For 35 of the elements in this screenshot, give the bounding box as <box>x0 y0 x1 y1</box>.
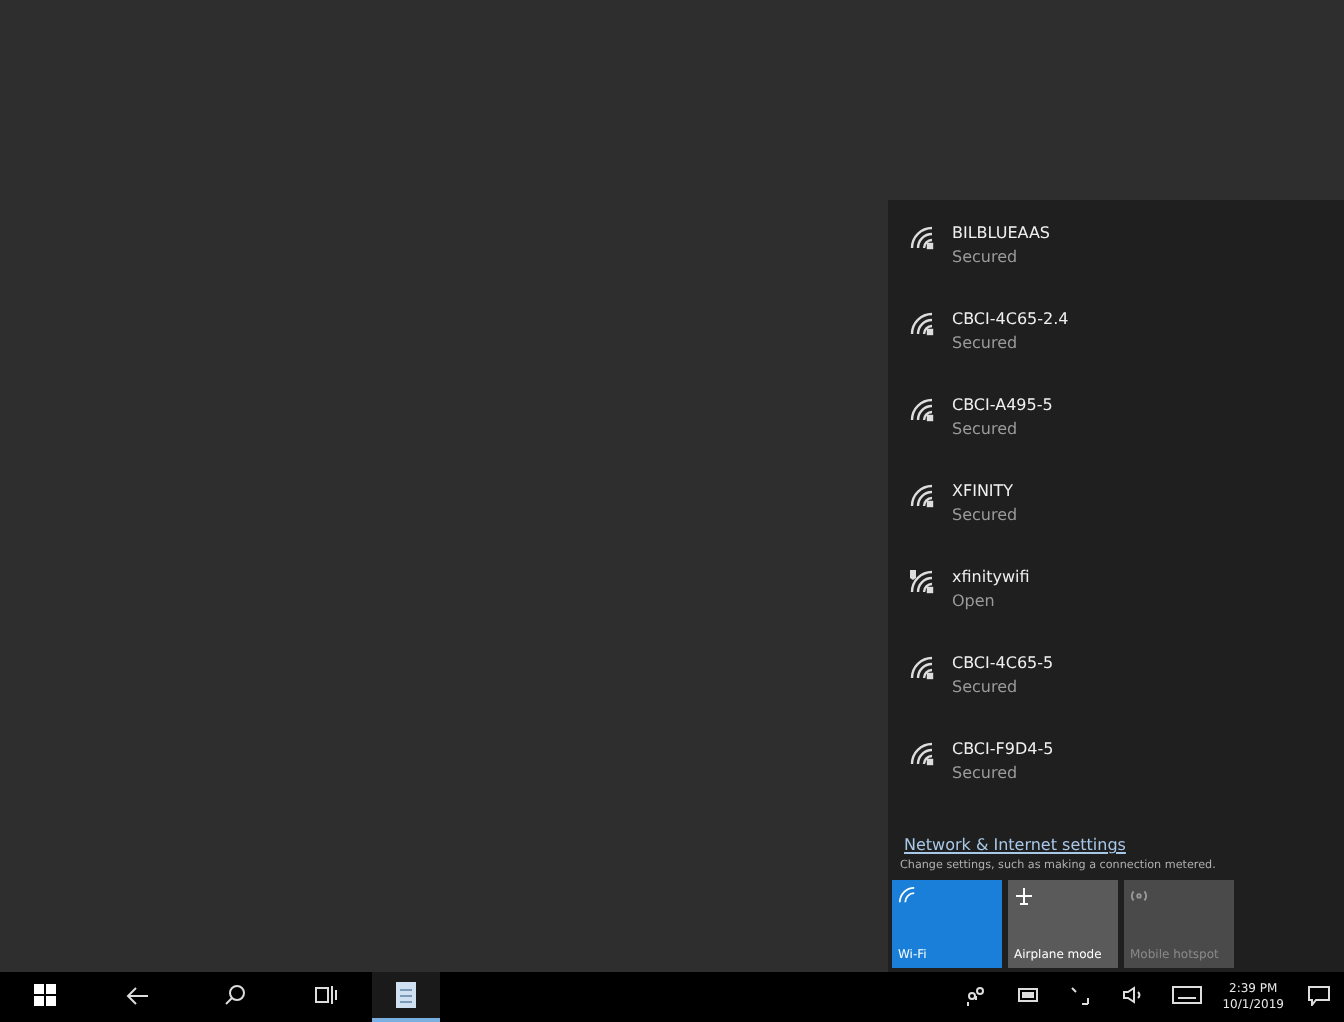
hotspot-icon <box>1130 886 1148 904</box>
people-icon <box>966 985 987 1005</box>
network-name: xfinitywifi <box>952 568 1030 588</box>
network-name: XFINITY <box>952 482 1016 502</box>
network-status: Secured <box>952 248 1020 268</box>
network-status: Open <box>952 592 997 612</box>
network-name: BILBLUEAAS <box>952 224 1051 244</box>
keyboard-icon <box>1171 986 1202 1004</box>
windows-icon <box>33 984 55 1006</box>
network-item[interactable]: XFINITY Secured <box>888 474 1344 560</box>
wifi-icon <box>898 886 916 904</box>
network-status: Secured <box>952 678 1020 698</box>
network-name: CBCI-F9D4-5 <box>952 740 1054 760</box>
network-item[interactable]: CBCI-F9D4-5 Secured <box>888 732 1344 818</box>
network-item[interactable]: CBCI-A495-5 Secured <box>888 388 1344 474</box>
speaker-icon <box>1121 986 1144 1004</box>
search-icon <box>223 984 245 1006</box>
network-status: Secured <box>952 764 1020 784</box>
network-name: CBCI-4C65-2.4 <box>952 310 1069 330</box>
network-item[interactable]: xfinitywifi Open <box>888 560 1344 646</box>
notification-icon <box>1307 985 1329 1005</box>
battery-icon <box>1017 988 1040 1002</box>
network-name: CBCI-A495-5 <box>952 396 1053 416</box>
network-item[interactable]: BILBLUEAAS Secured <box>888 216 1344 302</box>
network-item[interactable]: CBCI-4C65-2.4 Secured <box>888 302 1344 388</box>
network-item[interactable]: CBCI-4C65-5 Secured <box>888 646 1344 732</box>
settings-link[interactable]: Network & Internet settings <box>904 836 1344 854</box>
task-view-icon <box>314 984 338 1006</box>
back-arrow-icon <box>126 985 150 1005</box>
notepad-icon <box>396 982 416 1008</box>
network-status: Secured <box>952 334 1020 354</box>
network-name: CBCI-4C65-5 <box>952 654 1054 674</box>
network-status: Secured <box>952 420 1020 440</box>
taskbar-app[interactable] <box>372 972 440 1022</box>
network-status: Secured <box>952 506 1018 526</box>
